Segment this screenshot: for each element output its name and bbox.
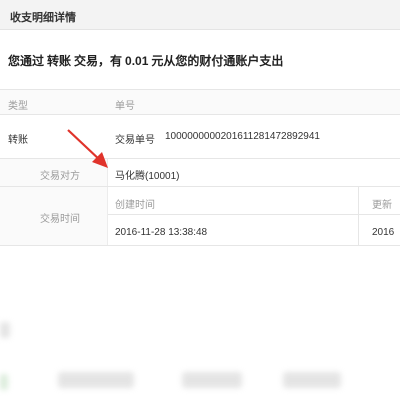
order-number-label: 交易单号: [115, 135, 155, 146]
panel-title: 收支明细详情: [10, 12, 76, 24]
transaction-summary: 您通过 转账 交易，有 0.01 元从您的财付通账户支出: [8, 52, 286, 69]
counterparty-value: 马化腾(10001): [115, 171, 180, 182]
panel-header: 收支明细详情: [0, 0, 400, 30]
type-value: 转账: [8, 135, 28, 146]
created-time-header: 创建时间: [115, 200, 155, 211]
summary-suffix: 元从您的财付通账户支出: [151, 54, 284, 68]
table-bottom-border: [0, 245, 400, 246]
summary-mid: 交易，有: [74, 54, 123, 68]
column-header-number: 单号: [115, 101, 135, 112]
column-header-type: 类型: [8, 101, 28, 112]
time-label-cell: 交易时间: [0, 187, 108, 245]
summary-amount: 0.01: [125, 54, 149, 68]
summary-type: 转账: [47, 54, 72, 68]
created-time-value: 2016-11-28 13:38:48: [115, 227, 208, 238]
table-header-border: [0, 114, 400, 115]
nested-column-divider: [358, 187, 359, 245]
blurred-content: [0, 374, 8, 390]
blurred-content: [0, 322, 10, 338]
blurred-content: [182, 372, 242, 388]
updated-time-header: 更新: [372, 200, 392, 211]
blurred-content: [283, 372, 341, 388]
annotation-arrow-icon: [67, 129, 108, 168]
summary-prefix: 您通过: [8, 54, 45, 68]
table-column-header: 类型 单号: [0, 90, 400, 114]
order-number-value: 100000000020161128147289294​1: [165, 131, 320, 142]
time-label: 交易时间: [40, 214, 80, 225]
nested-row-divider: [108, 214, 400, 215]
updated-time-value: 2016: [372, 227, 395, 238]
blurred-content: [58, 372, 134, 388]
